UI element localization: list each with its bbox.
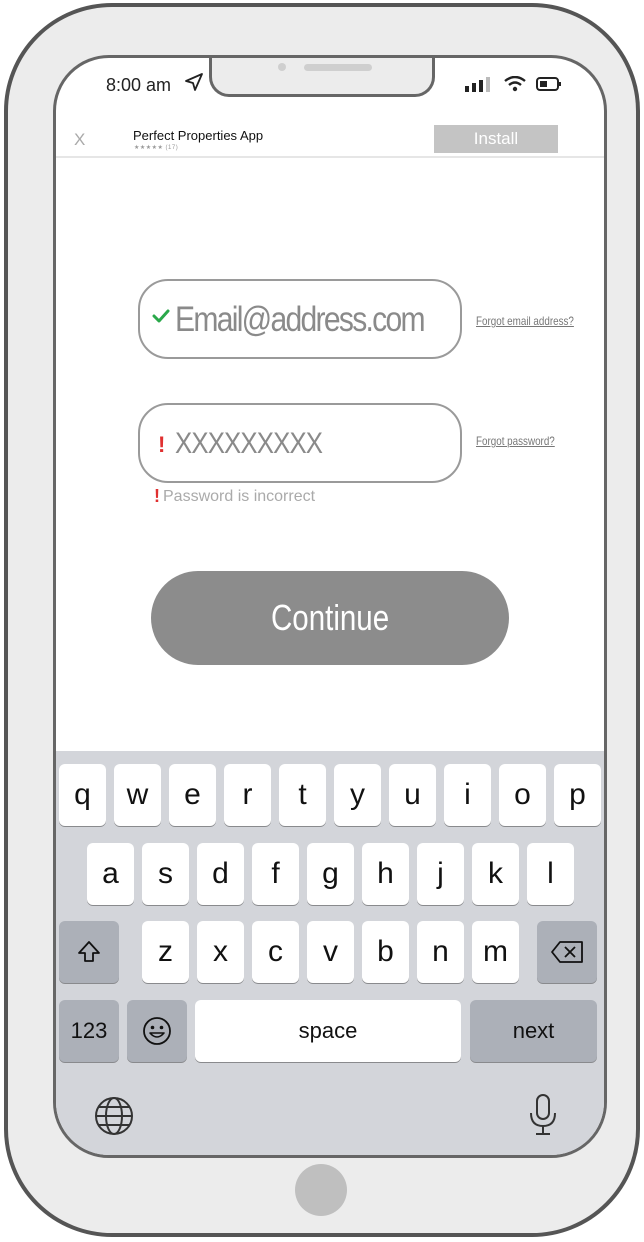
shift-icon xyxy=(78,941,100,962)
shift-key[interactable] xyxy=(59,921,119,983)
space-key[interactable]: space xyxy=(195,1000,461,1062)
key-e[interactable]: e xyxy=(169,764,216,826)
globe-icon[interactable] xyxy=(94,1096,134,1136)
key-n[interactable]: n xyxy=(417,921,464,983)
key-k[interactable]: k xyxy=(472,843,519,905)
password-value: XXXXXXXXX xyxy=(175,427,323,460)
key-c[interactable]: c xyxy=(252,921,299,983)
key-t[interactable]: t xyxy=(279,764,326,826)
app-banner: X Perfect Properties App ★★★★★ (17) Inst… xyxy=(56,120,604,158)
key-q[interactable]: q xyxy=(59,764,106,826)
install-button[interactable]: Install xyxy=(434,125,558,153)
key-h[interactable]: h xyxy=(362,843,409,905)
key-f[interactable]: f xyxy=(252,843,299,905)
backspace-key[interactable] xyxy=(537,921,597,983)
key-l[interactable]: l xyxy=(527,843,574,905)
key-g[interactable]: g xyxy=(307,843,354,905)
forgot-email-link[interactable]: Forgot email address? xyxy=(476,314,574,328)
front-camera xyxy=(278,63,286,71)
check-icon xyxy=(152,309,170,323)
key-v[interactable]: v xyxy=(307,921,354,983)
error-message: Password is incorrect xyxy=(163,487,316,505)
banner-app-name: Perfect Properties App xyxy=(133,128,264,143)
keyboard: q w e r t y u i o p a s d f g h j k l z … xyxy=(56,751,604,1155)
emoji-icon xyxy=(143,1017,171,1045)
key-u[interactable]: u xyxy=(389,764,436,826)
continue-button[interactable]: Continue xyxy=(151,571,509,665)
phone-frame: 8:00 am X Perfect Properties App ★★★★★ (… xyxy=(4,3,640,1237)
email-field[interactable]: Email@address.com xyxy=(138,279,462,359)
key-o[interactable]: o xyxy=(499,764,546,826)
banner-rating: ★★★★★ (17) xyxy=(134,145,179,151)
key-i[interactable]: i xyxy=(444,764,491,826)
password-error-icon: ! xyxy=(158,432,166,457)
phone-notch xyxy=(209,58,435,97)
speaker-grille xyxy=(304,64,372,71)
phone-screen: 8:00 am X Perfect Properties App ★★★★★ (… xyxy=(53,55,607,1158)
password-error: ! Password is incorrect xyxy=(154,486,315,507)
key-r[interactable]: r xyxy=(224,764,271,826)
status-time: 8:00 am xyxy=(106,75,172,95)
key-m[interactable]: m xyxy=(472,921,519,983)
signal-icon xyxy=(465,77,490,92)
location-arrow-icon xyxy=(185,73,203,91)
email-value: Email@address.com xyxy=(175,300,426,339)
microphone-icon[interactable] xyxy=(528,1093,558,1137)
continue-label: Continue xyxy=(270,597,390,638)
key-s[interactable]: s xyxy=(142,843,189,905)
key-b[interactable]: b xyxy=(362,921,409,983)
banner-close-button[interactable]: X xyxy=(74,130,85,150)
key-p[interactable]: p xyxy=(554,764,601,826)
status-icons xyxy=(464,76,562,92)
home-button[interactable] xyxy=(295,1164,347,1216)
password-field[interactable]: ! XXXXXXXXX xyxy=(138,403,462,483)
key-a[interactable]: a xyxy=(87,843,134,905)
key-y[interactable]: y xyxy=(334,764,381,826)
backspace-icon xyxy=(551,941,583,963)
forgot-password-link[interactable]: Forgot password? xyxy=(476,434,555,448)
next-key[interactable]: next xyxy=(470,1000,597,1062)
error-icon: ! xyxy=(154,486,160,506)
key-j[interactable]: j xyxy=(417,843,464,905)
wifi-icon xyxy=(504,76,526,92)
battery-icon xyxy=(536,77,561,91)
key-w[interactable]: w xyxy=(114,764,161,826)
key-d[interactable]: d xyxy=(197,843,244,905)
key-z[interactable]: z xyxy=(142,921,189,983)
emoji-key[interactable] xyxy=(127,1000,187,1062)
key-x[interactable]: x xyxy=(197,921,244,983)
numbers-key[interactable]: 123 xyxy=(59,1000,119,1062)
